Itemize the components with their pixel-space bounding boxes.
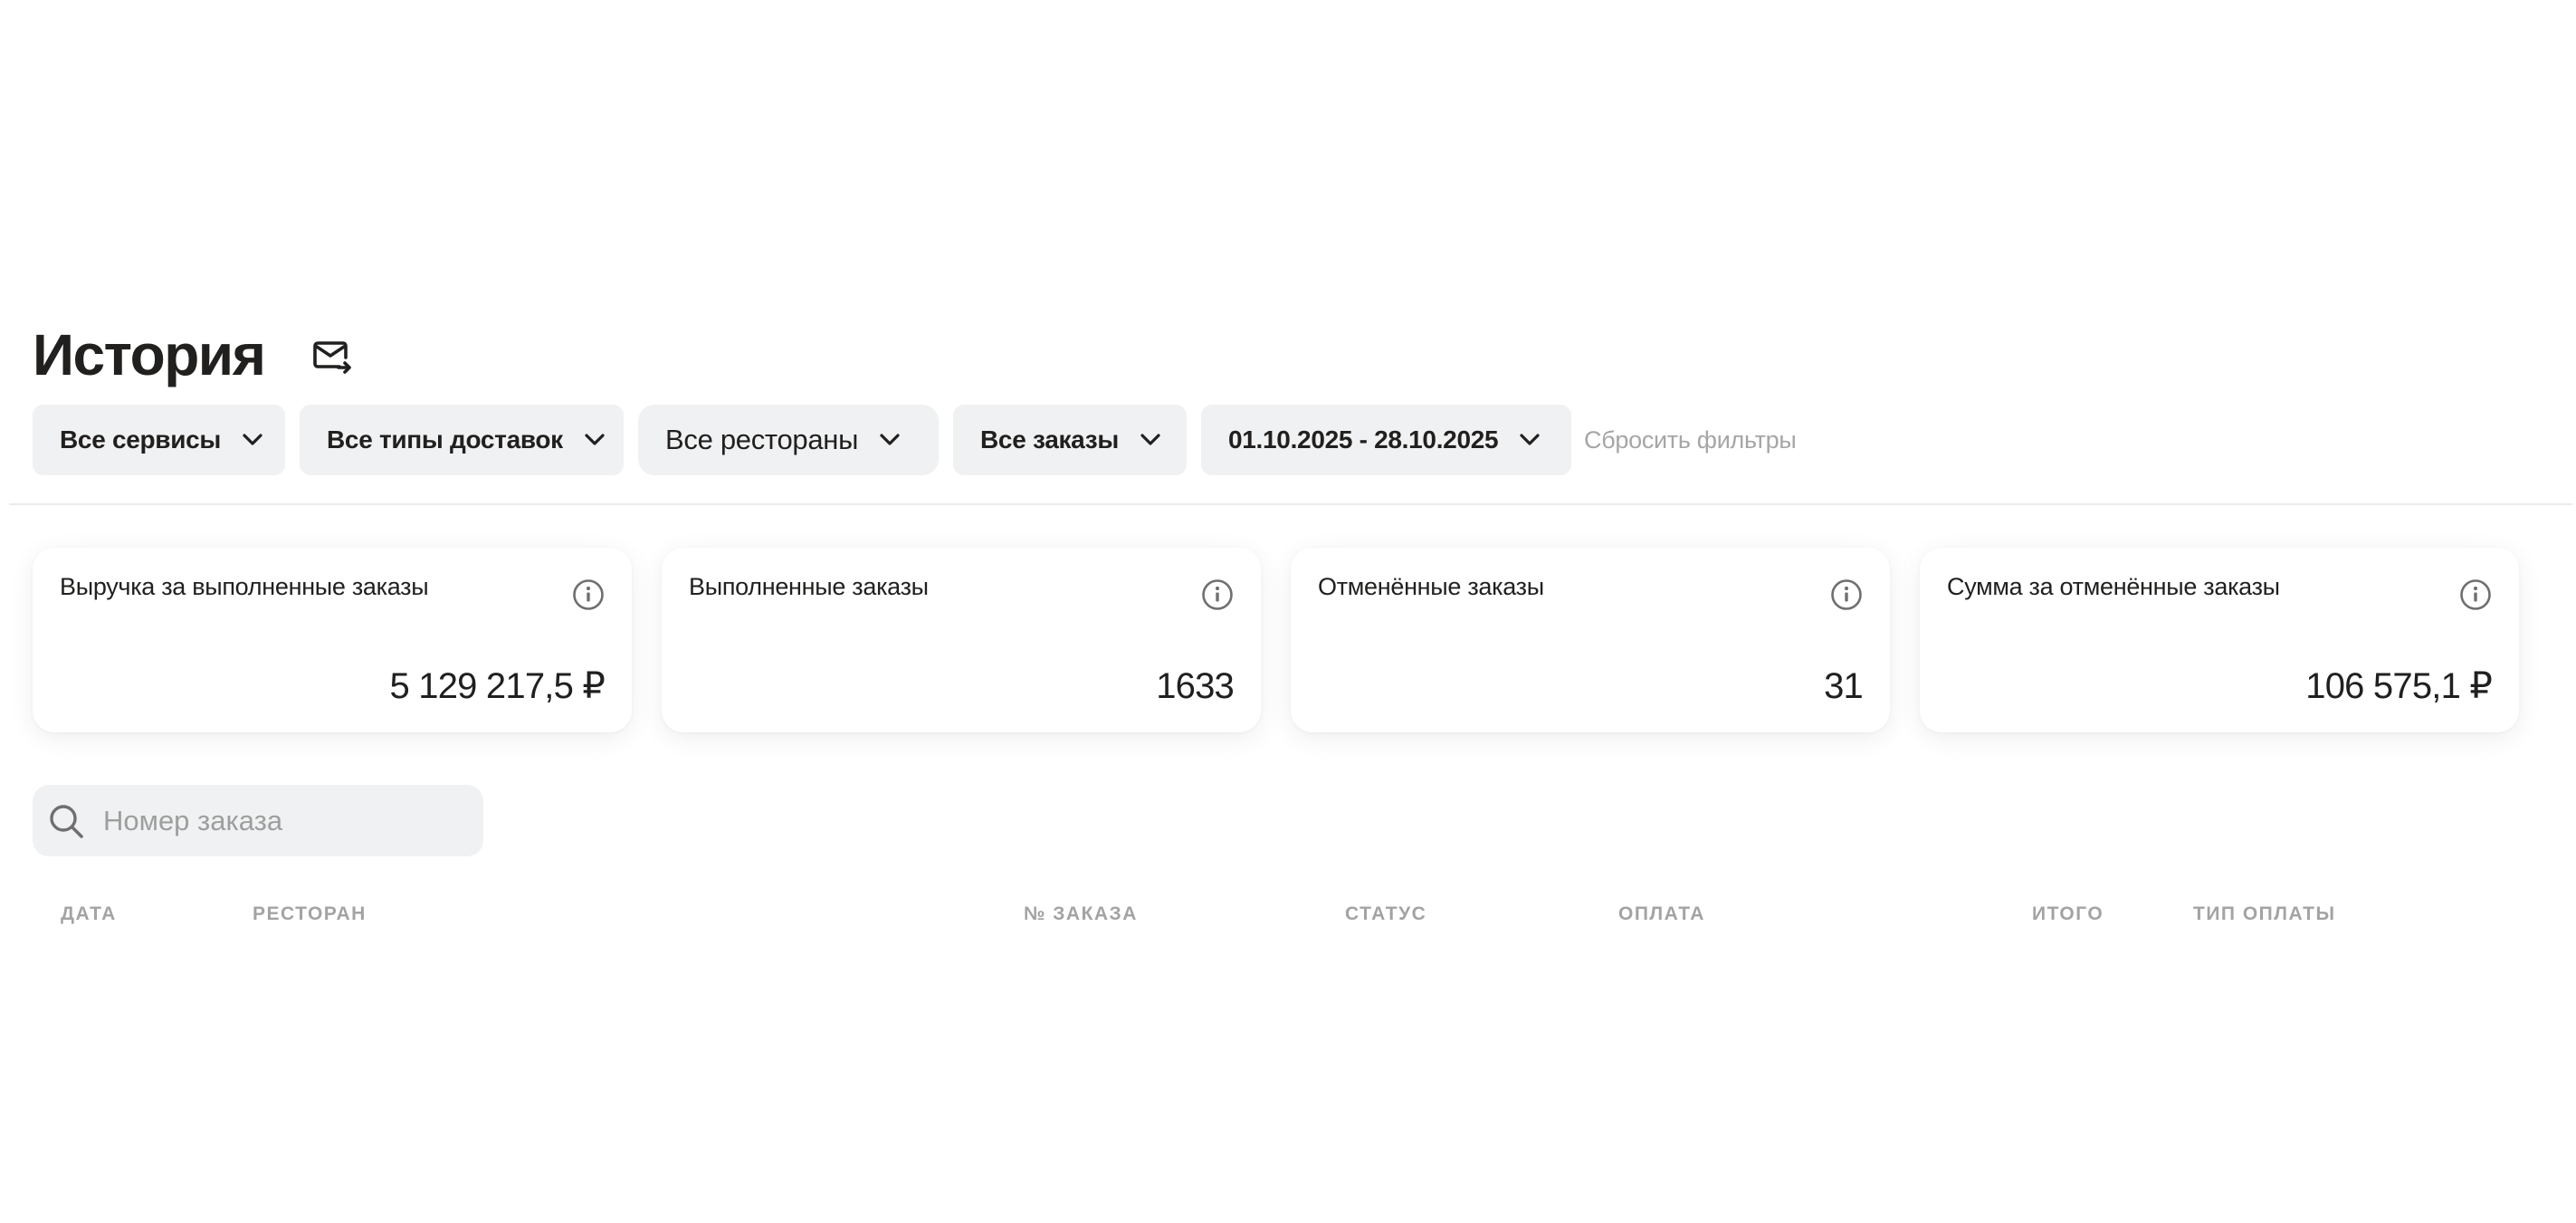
chevron-down-icon	[1520, 434, 1540, 446]
info-icon[interactable]	[2459, 578, 2492, 611]
filter-delivery-types[interactable]: Все типы доставок	[300, 405, 624, 475]
chevron-down-icon	[585, 434, 605, 446]
stat-card-title: Сумма за отменённые заказы	[1947, 573, 2280, 600]
mail-export-button[interactable]	[308, 333, 357, 382]
page-header: История	[33, 319, 357, 391]
column-header-restaurant[interactable]: Ресторан	[253, 903, 367, 925]
column-header-payment-type[interactable]: Тип оплаты	[2193, 903, 2336, 925]
mail-export-icon	[313, 341, 352, 374]
history-page: История Все сервисы Все типы доставок Вс…	[0, 0, 2576, 1223]
table-header: Дата Ресторан № заказа Статус Оплата Ито…	[0, 903, 2576, 931]
stat-card-completed-orders: Выполненные заказы 1633	[662, 548, 1261, 732]
divider	[9, 503, 2572, 505]
filter-services-label: Все сервисы	[60, 425, 222, 454]
column-header-total[interactable]: Итого	[2032, 903, 2104, 925]
chevron-down-icon	[243, 434, 262, 446]
stat-card-value: 1633	[1156, 666, 1235, 706]
search-icon	[50, 804, 83, 838]
order-search	[33, 785, 483, 856]
stat-card-value: 106 575,1 ₽	[2305, 666, 2493, 706]
stat-card-value: 5 129 217,5 ₽	[389, 666, 606, 706]
chevron-down-icon	[1140, 434, 1160, 446]
stat-card-value: 31	[1824, 666, 1864, 706]
filter-date-range[interactable]: 01.10.2025 - 28.10.2025	[1201, 405, 1571, 475]
filter-delivery-types-label: Все типы доставок	[327, 425, 563, 454]
stat-card-title: Отменённые заказы	[1318, 573, 1544, 600]
filter-orders[interactable]: Все заказы	[953, 405, 1187, 475]
stat-card-revenue: Выручка за выполненные заказы 5 129 217,…	[33, 548, 632, 732]
order-number-input[interactable]	[101, 803, 467, 838]
info-icon[interactable]	[572, 578, 605, 611]
column-header-order-number[interactable]: № заказа	[1024, 903, 1138, 925]
filter-services[interactable]: Все сервисы	[33, 405, 285, 475]
stat-card-title: Выполненные заказы	[689, 573, 929, 600]
info-icon[interactable]	[1201, 578, 1234, 611]
column-header-payment[interactable]: Оплата	[1618, 903, 1705, 925]
column-header-status[interactable]: Статус	[1345, 903, 1426, 925]
filter-orders-label: Все заказы	[980, 425, 1120, 454]
chevron-down-icon	[880, 434, 900, 446]
info-icon[interactable]	[1830, 578, 1863, 611]
reset-filters-link[interactable]: Сбросить фильтры	[1584, 426, 1797, 454]
page-title: История	[33, 322, 266, 387]
filter-restaurants[interactable]: Все рестораны	[638, 405, 939, 475]
column-header-date[interactable]: Дата	[61, 903, 117, 925]
stat-card-cancelled-orders: Отменённые заказы 31	[1291, 548, 1890, 732]
stat-card-cancelled-sum: Сумма за отменённые заказы 106 575,1 ₽	[1920, 548, 2519, 732]
filters-bar: Все сервисы Все типы доставок Все рестор…	[33, 405, 1797, 475]
stat-card-title: Выручка за выполненные заказы	[60, 573, 429, 600]
filter-restaurants-label: Все рестораны	[665, 424, 859, 455]
stats-cards: Выручка за выполненные заказы 5 129 217,…	[33, 548, 2519, 732]
filter-date-range-label: 01.10.2025 - 28.10.2025	[1228, 425, 1499, 454]
